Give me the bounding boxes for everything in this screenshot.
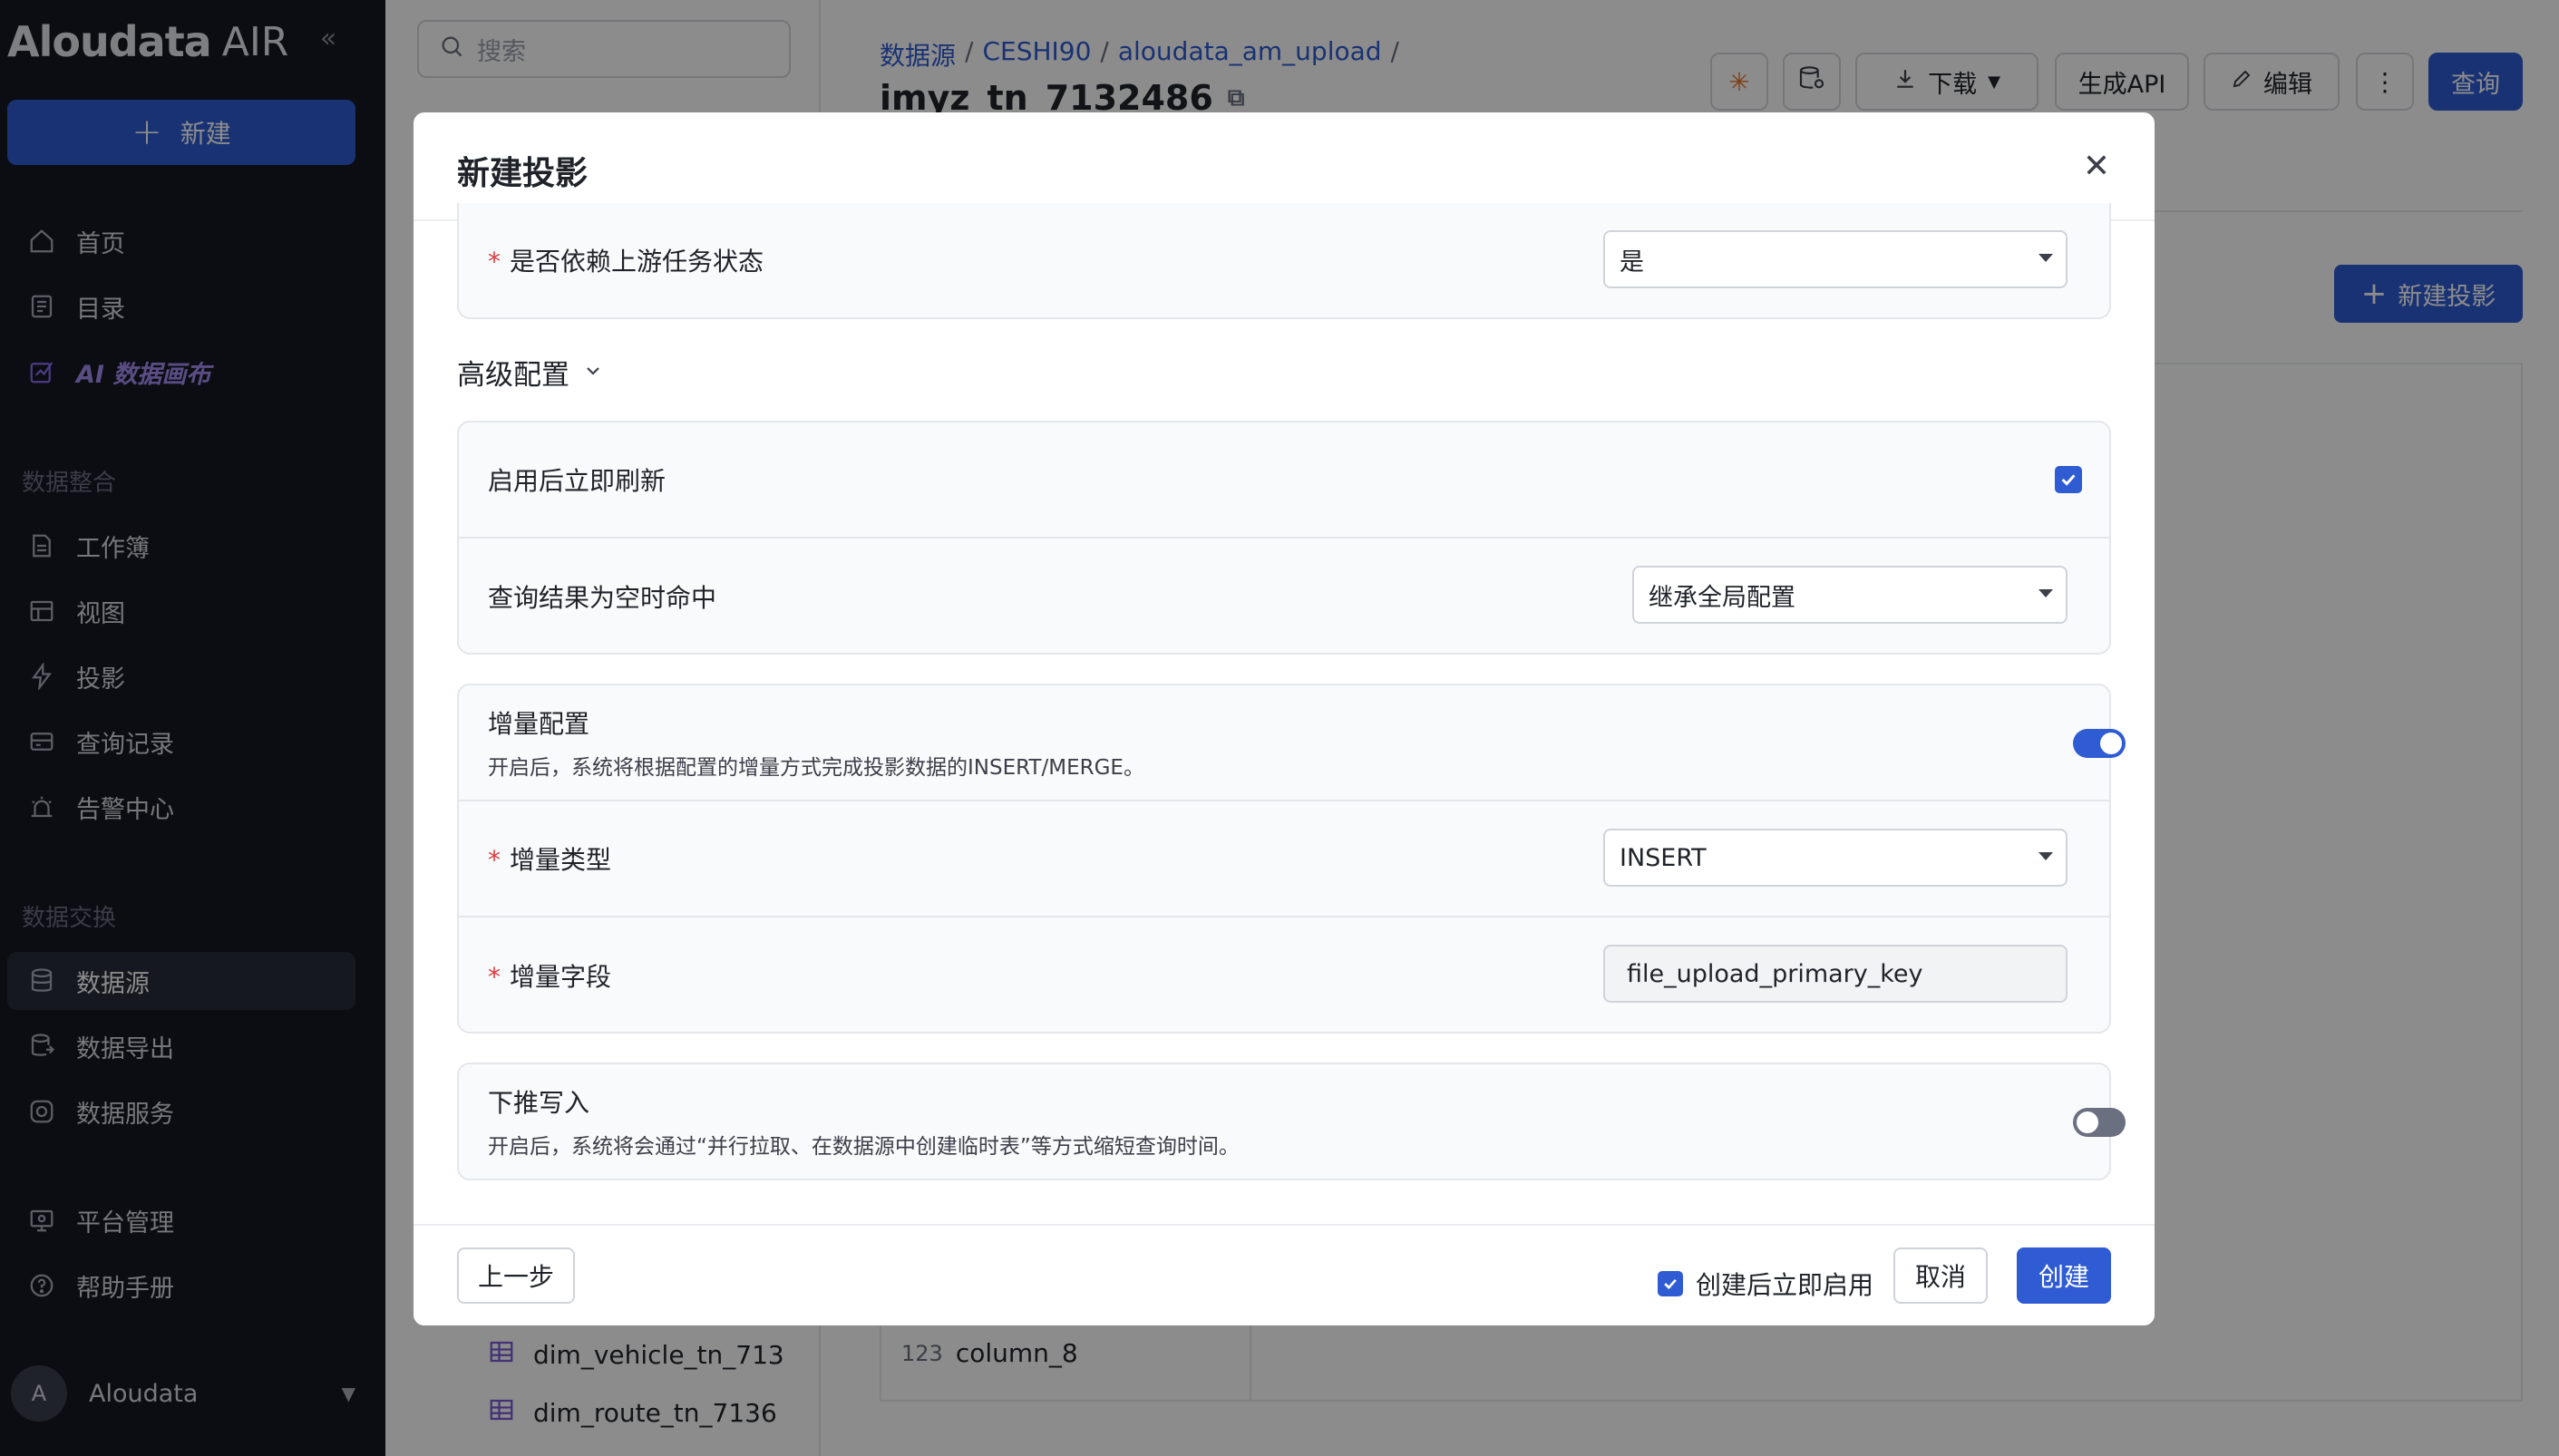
caret-down-icon [2038, 852, 2053, 860]
incremental-type-select[interactable]: INSERT [1603, 829, 2068, 887]
create-button[interactable]: 创建 [2017, 1247, 2111, 1304]
required-mark: * [488, 962, 501, 992]
toggle-knob [2100, 733, 2122, 754]
pushdown-label: 下推写入 [488, 1088, 590, 1118]
cancel-label: 取消 [1914, 1262, 1966, 1292]
advanced-config-card: 启用后立即刷新 查询结果为空时命中 继承全局配置 [457, 421, 2111, 655]
refresh-after-enable-checkbox[interactable] [2055, 466, 2082, 493]
refresh-after-enable-label: 启用后立即刷新 [488, 466, 667, 496]
close-icon[interactable]: ✕ [2078, 149, 2115, 185]
new-projection-dialog: 新建投影 ✕ * 是否依赖上游任务状态 是 高级配置 启用后立即刷新 查询结果为空… [414, 112, 2155, 1325]
select-value: 继承全局配置 [1649, 583, 1795, 612]
refresh-after-enable-row: 启用后立即刷新 [459, 422, 2109, 537]
depend-upstream-text: 是否依赖上游任务状态 [510, 247, 764, 277]
incremental-field-label: * 增量字段 [488, 957, 611, 994]
select-value: 是 [1620, 248, 1644, 277]
chevron-down-icon [582, 356, 604, 389]
incremental-field-text: 增量字段 [510, 962, 612, 992]
incremental-type-label: * 增量类型 [488, 840, 611, 877]
prev-step-label: 上一步 [477, 1262, 554, 1292]
depend-upstream-label: * 是否依赖上游任务状态 [488, 242, 764, 278]
advanced-config-title: 高级配置 [457, 359, 569, 392]
checkbox-checked [1658, 1271, 1683, 1296]
basic-config-card: * 是否依赖上游任务状态 是 [457, 203, 2111, 319]
required-mark: * [488, 845, 501, 875]
check-icon [1664, 1278, 1677, 1290]
required-mark: * [488, 247, 501, 277]
incremental-field-input[interactable]: file_upload_primary_key [1603, 945, 2068, 1003]
incremental-row: 增量配置 开启后，系统将根据配置的增量方式完成投影数据的INSERT/MERGE… [459, 685, 2109, 800]
incremental-desc: 开启后，系统将根据配置的增量方式完成投影数据的INSERT/MERGE。 [488, 756, 1144, 780]
depend-upstream-select[interactable]: 是 [1603, 230, 2068, 288]
pushdown-card: 下推写入 开启后，系统将会通过“并行拉取、在数据源中创建临时表”等方式缩短查询时… [457, 1063, 2126, 1180]
create-label: 创建 [2038, 1262, 2089, 1292]
toggle-knob [2077, 1111, 2098, 1133]
pushdown-row: 下推写入 开启后，系统将会通过“并行拉取、在数据源中创建临时表”等方式缩短查询时… [459, 1064, 2109, 1179]
check-icon [2061, 474, 2076, 486]
enable-after-create-checkbox[interactable]: 创建后立即启用 [1658, 1266, 1873, 1302]
field-value: file_upload_primary_key [1627, 959, 1923, 988]
advanced-config-toggle[interactable]: 高级配置 [457, 352, 604, 393]
caret-down-icon [2038, 589, 2053, 597]
pushdown-desc: 开启后，系统将会通过“并行拉取、在数据源中创建临时表”等方式缩短查询时间。 [488, 1135, 1240, 1159]
cancel-button[interactable]: 取消 [1893, 1247, 1988, 1304]
incremental-toggle[interactable] [2073, 729, 2126, 758]
incremental-type-text: 增量类型 [510, 845, 612, 875]
empty-hit-label: 查询结果为空时命中 [488, 583, 717, 613]
dialog-title: 新建投影 [457, 155, 589, 192]
empty-hit-select[interactable]: 继承全局配置 [1632, 566, 2068, 624]
enable-after-create-label: 创建后立即启用 [1696, 1270, 1874, 1300]
caret-down-icon [2038, 254, 2053, 262]
incremental-config-card: 增量配置 开启后，系统将根据配置的增量方式完成投影数据的INSERT/MERGE… [457, 684, 2126, 1034]
dialog-footer: 上一步 创建后立即启用 取消 创建 [414, 1224, 2155, 1325]
prev-step-button[interactable]: 上一步 [457, 1247, 575, 1304]
select-value: INSERT [1620, 843, 1707, 872]
incremental-label: 增量配置 [488, 709, 590, 739]
pushdown-toggle[interactable] [2073, 1108, 2126, 1137]
